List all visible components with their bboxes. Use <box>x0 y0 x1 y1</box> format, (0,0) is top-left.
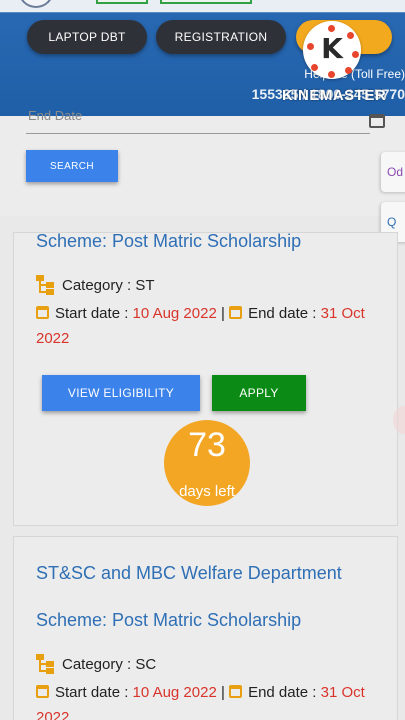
date-separator: | <box>220 684 225 701</box>
days-left-label: days left <box>179 483 235 500</box>
kinemaster-logo-icon: K <box>303 21 361 79</box>
laptop-dbt-button[interactable]: LAPTOP DBT <box>27 20 147 54</box>
category-label: Category : ST <box>62 276 155 294</box>
end-date-underline <box>26 133 370 134</box>
end-date-field[interactable]: End Date <box>28 108 82 123</box>
scheme-card: ST&SC and MBC Welfare Department Scheme:… <box>13 536 398 720</box>
tree-category-icon <box>36 654 54 674</box>
date-row: Start date : 10 Aug 2022 | End date : 31… <box>36 680 386 720</box>
tree-category-icon <box>36 275 54 295</box>
registration-button[interactable]: REGISTRATION <box>156 20 286 54</box>
calendar-icon <box>229 306 243 319</box>
department-title: ST&SC and MBC Welfare Department <box>36 563 342 583</box>
scheme-title[interactable]: Scheme: Post Matric Scholarship <box>36 610 301 631</box>
calendar-icon <box>36 306 49 319</box>
end-date-label: End date : <box>248 684 317 701</box>
start-date-value: 10 Aug 2022 <box>132 305 217 322</box>
search-button[interactable]: SEARCH <box>26 150 118 182</box>
category-row: Category : SC <box>36 654 156 674</box>
start-date-label: Start date : <box>55 684 129 701</box>
top-link-tab[interactable] <box>96 0 148 4</box>
header-divider <box>0 12 405 13</box>
kinemaster-watermark: KINEMASTER <box>282 87 387 104</box>
date-row: Start date : 10 Aug 2022 | End date : 31… <box>36 301 386 351</box>
start-date-value: 10 Aug 2022 <box>132 684 217 701</box>
start-date-label: Start date : <box>55 305 129 322</box>
site-header: LAPTOP DBT REGISTRATION Helpline (Toll F… <box>0 0 405 116</box>
scheme-card: Scheme: Post Matric Scholarship Category… <box>13 231 398 526</box>
days-left-number: 73 <box>188 426 226 464</box>
view-eligibility-button[interactable]: VIEW ELIGIBILITY <box>42 375 200 411</box>
date-separator: | <box>220 305 225 322</box>
scheme-title[interactable]: Scheme: Post Matric Scholarship <box>36 231 301 252</box>
category-row: Category : ST <box>36 275 155 295</box>
category-label: Category : SC <box>62 655 157 673</box>
search-form: End Date SEARCH <box>0 108 405 216</box>
apply-button[interactable]: APPLY <box>212 375 306 411</box>
top-link-tab[interactable] <box>160 0 252 4</box>
calendar-icon <box>229 685 243 698</box>
calendar-icon <box>36 685 49 698</box>
calendar-icon[interactable] <box>369 114 385 128</box>
days-left-badge: 73 days left <box>164 420 250 506</box>
side-tab-od[interactable]: Od <box>381 152 405 192</box>
end-date-label: End date : <box>248 305 317 322</box>
